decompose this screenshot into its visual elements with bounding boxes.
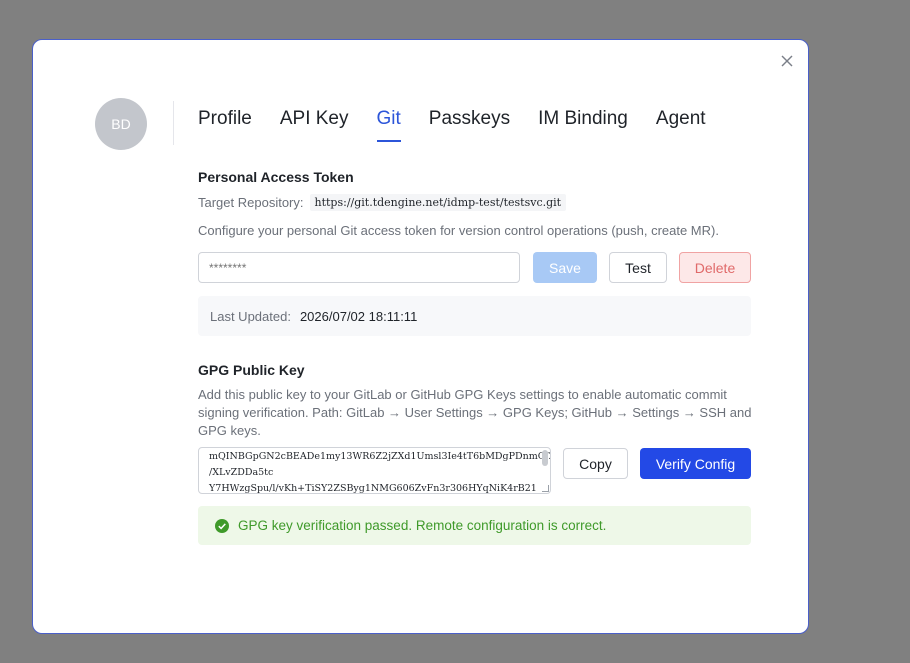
tab-profile[interactable]: Profile [198,106,252,142]
tab-agent[interactable]: Agent [656,106,706,142]
gpg-key-line: /XLvZDDa5tc [209,467,274,478]
gpg-key-line: mQINBGpGN2cBEADe1my13WR6Z2jZXd1Umsl3Ie4t… [209,451,551,462]
tab-api-key[interactable]: API Key [280,106,349,142]
target-repository-row: Target Repository: https://git.tdengine.… [198,194,567,211]
verify-config-button[interactable]: Verify Config [640,448,751,479]
avatar: BD [95,98,147,150]
delete-button[interactable]: Delete [679,252,751,283]
gpg-key-textarea[interactable]: mQINBGpGN2cBEADe1my13WR6Z2jZXd1Umsl3Ie4t… [198,447,551,494]
gpg-description-line-3: GPG keys. [198,423,261,438]
tab-im-binding[interactable]: IM Binding [538,106,628,142]
close-icon[interactable] [779,53,795,69]
test-button[interactable]: Test [609,252,667,283]
last-updated-label: Last Updated: [210,308,291,324]
avatar-initials: BD [111,116,131,132]
token-input[interactable] [198,252,520,283]
success-message: GPG key verification passed. Remote conf… [238,518,607,533]
settings-tabs: Profile API Key Git Passkeys IM Binding … [198,106,734,146]
textarea-scrollbar[interactable] [542,450,548,466]
gpg-key-line: Y7HWzgSpu/l/vKh+TiSY2ZSByg1NMG606ZvFn3r3… [209,483,537,494]
copy-button[interactable]: Copy [563,448,628,479]
pat-description: Configure your personal Git access token… [198,223,719,238]
check-circle-icon [215,518,229,533]
gpg-description-line-2: signing verification. Path: GitLab → Use… [198,405,752,420]
tab-passkeys[interactable]: Passkeys [429,106,510,142]
settings-modal: BD Profile API Key Git Passkeys IM Bindi… [32,39,809,634]
vertical-divider [173,101,174,145]
gpg-description-line-1: Add this public key to your GitLab or Gi… [198,387,727,402]
last-updated-box: Last Updated: 2026/07/02 18:11:11 [198,296,751,336]
tab-git[interactable]: Git [376,106,402,142]
gpg-section-title: GPG Public Key [198,362,305,378]
repo-label: Target Repository: [198,195,304,210]
repo-url: https://git.tdengine.net/idmp-test/tests… [309,194,567,211]
last-updated-value: 2026/07/02 18:11:11 [299,308,418,324]
success-banner: GPG key verification passed. Remote conf… [198,506,751,545]
save-button[interactable]: Save [533,252,597,283]
resize-handle-icon[interactable] [542,485,549,492]
pat-section-title: Personal Access Token [198,169,354,185]
